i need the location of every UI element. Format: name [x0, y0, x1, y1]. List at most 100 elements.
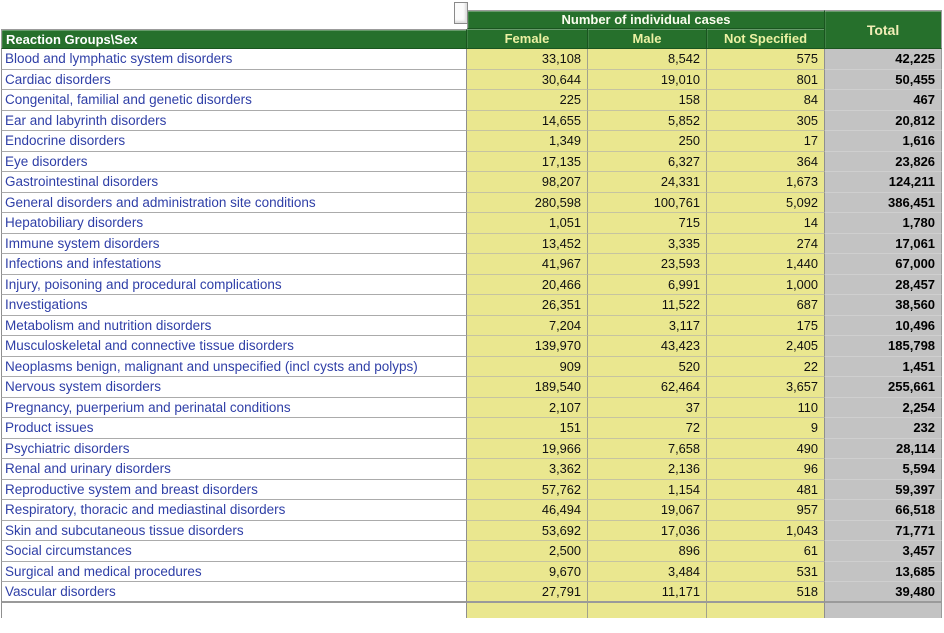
cell-female[interactable]: 909 — [467, 356, 588, 377]
cell-male[interactable]: 7,658 — [588, 438, 707, 459]
cell-male[interactable]: 250 — [588, 131, 707, 152]
cell-not-specified[interactable]: 1,673 — [707, 172, 826, 193]
cell-not-specified[interactable]: 61 — [707, 541, 826, 562]
cell-not-specified[interactable]: 84 — [707, 90, 826, 111]
cell-male[interactable]: 3,484 — [588, 561, 707, 582]
cell-not-specified[interactable]: 531 — [707, 561, 826, 582]
cell-not-specified[interactable]: 14 — [707, 213, 826, 234]
row-label[interactable]: Vascular disorders — [1, 582, 467, 603]
row-label[interactable]: Infections and infestations — [1, 254, 467, 275]
cell-female[interactable]: 53,692 — [467, 520, 588, 541]
cell-not-specified[interactable]: 518 — [707, 582, 826, 603]
cell-female[interactable]: 2,107 — [467, 397, 588, 418]
cell-female[interactable]: 225 — [467, 90, 588, 111]
row-label[interactable]: Neoplasms benign, malignant and unspecif… — [1, 356, 467, 377]
cell-not-specified[interactable]: 364 — [707, 151, 826, 172]
cell-female[interactable]: 33,108 — [467, 49, 588, 70]
cell-female[interactable]: 13,452 — [467, 233, 588, 254]
row-label[interactable]: Gastrointestinal disorders — [1, 172, 467, 193]
cell-not-specified[interactable]: 9 — [707, 418, 826, 439]
row-label[interactable]: Social circumstances — [1, 541, 467, 562]
cell-male[interactable]: 19,067 — [588, 500, 707, 521]
cell-not-specified[interactable]: 957 — [707, 500, 826, 521]
cell-male[interactable]: 11,171 — [588, 582, 707, 603]
cell-not-specified[interactable]: 22 — [707, 356, 826, 377]
row-label[interactable]: Pregnancy, puerperium and perinatal cond… — [1, 397, 467, 418]
cell-female[interactable]: 1,349 — [467, 131, 588, 152]
row-label[interactable]: Surgical and medical procedures — [1, 561, 467, 582]
row-label[interactable]: Immune system disorders — [1, 233, 467, 254]
cell-female[interactable]: 30,644 — [467, 69, 588, 90]
cell-female[interactable]: 46,494 — [467, 500, 588, 521]
cell-male[interactable]: 1,154 — [588, 479, 707, 500]
cell-not-specified[interactable]: 481 — [707, 479, 826, 500]
cell-male[interactable]: 24,331 — [588, 172, 707, 193]
row-label[interactable]: Musculoskeletal and connective tissue di… — [1, 336, 467, 357]
row-label[interactable]: Eye disorders — [1, 151, 467, 172]
row-label[interactable]: Cardiac disorders — [1, 69, 467, 90]
cell-female[interactable]: 9,670 — [467, 561, 588, 582]
cell-male[interactable]: 896 — [588, 541, 707, 562]
cell-not-specified[interactable]: 687 — [707, 295, 826, 316]
cell-not-specified[interactable]: 110 — [707, 397, 826, 418]
row-label[interactable]: Hepatobiliary disorders — [1, 213, 467, 234]
cell-not-specified[interactable]: 305 — [707, 110, 826, 131]
cell-female[interactable]: 1,051 — [467, 213, 588, 234]
cell-female[interactable]: 19,966 — [467, 438, 588, 459]
row-label[interactable]: Nervous system disorders — [1, 377, 467, 398]
cell-female[interactable]: 27,791 — [467, 582, 588, 603]
row-label[interactable]: Injury, poisoning and procedural complic… — [1, 274, 467, 295]
row-label[interactable]: Renal and urinary disorders — [1, 459, 467, 480]
cell-male[interactable]: 5,852 — [588, 110, 707, 131]
cell-male[interactable]: 11,522 — [588, 295, 707, 316]
cell-not-specified[interactable]: 96 — [707, 459, 826, 480]
cell-male[interactable]: 62,464 — [588, 377, 707, 398]
row-label[interactable]: General disorders and administration sit… — [1, 192, 467, 213]
cell-female[interactable]: 41,967 — [467, 254, 588, 275]
cell-female[interactable]: 20,466 — [467, 274, 588, 295]
row-label[interactable]: Product issues — [1, 418, 467, 439]
cell-male[interactable]: 37 — [588, 397, 707, 418]
cell-male[interactable]: 23,593 — [588, 254, 707, 275]
cell-not-specified[interactable]: 1,000 — [707, 274, 826, 295]
row-label[interactable]: Reproductive system and breast disorders — [1, 479, 467, 500]
cell-male[interactable]: 6,327 — [588, 151, 707, 172]
cell-male[interactable]: 158 — [588, 90, 707, 111]
row-label[interactable]: Congenital, familial and genetic disorde… — [1, 90, 467, 111]
cell-female[interactable]: 98,207 — [467, 172, 588, 193]
cell-not-specified[interactable]: 17 — [707, 131, 826, 152]
cell-male[interactable]: 19,010 — [588, 69, 707, 90]
cell-female[interactable]: 139,970 — [467, 336, 588, 357]
cell-female[interactable]: 151 — [467, 418, 588, 439]
cell-male[interactable]: 17,036 — [588, 520, 707, 541]
row-label[interactable]: Ear and labyrinth disorders — [1, 110, 467, 131]
cell-male[interactable]: 72 — [588, 418, 707, 439]
cell-male[interactable]: 8,542 — [588, 49, 707, 70]
row-label[interactable]: Metabolism and nutrition disorders — [1, 315, 467, 336]
cell-male[interactable]: 3,117 — [588, 315, 707, 336]
cell-male[interactable]: 6,991 — [588, 274, 707, 295]
cell-not-specified[interactable]: 1,043 — [707, 520, 826, 541]
row-label[interactable]: Endocrine disorders — [1, 131, 467, 152]
cell-female[interactable]: 2,500 — [467, 541, 588, 562]
cell-male[interactable]: 43,423 — [588, 336, 707, 357]
cell-female[interactable]: 14,655 — [467, 110, 588, 131]
cell-female[interactable]: 7,204 — [467, 315, 588, 336]
row-label[interactable]: Skin and subcutaneous tissue disorders — [1, 520, 467, 541]
cell-male[interactable]: 2,136 — [588, 459, 707, 480]
cell-not-specified[interactable]: 3,657 — [707, 377, 826, 398]
cell-female[interactable]: 280,598 — [467, 192, 588, 213]
cell-male[interactable]: 100,761 — [588, 192, 707, 213]
cell-male[interactable]: 715 — [588, 213, 707, 234]
cell-female[interactable]: 17,135 — [467, 151, 588, 172]
cell-male[interactable]: 3,335 — [588, 233, 707, 254]
row-label[interactable]: Psychiatric disorders — [1, 438, 467, 459]
cell-not-specified[interactable]: 801 — [707, 69, 826, 90]
cell-not-specified[interactable]: 274 — [707, 233, 826, 254]
cell-female[interactable]: 189,540 — [467, 377, 588, 398]
cell-male[interactable]: 520 — [588, 356, 707, 377]
cell-not-specified[interactable]: 575 — [707, 49, 826, 70]
row-label[interactable]: Investigations — [1, 295, 467, 316]
cell-not-specified[interactable]: 2,405 — [707, 336, 826, 357]
cell-not-specified[interactable]: 1,440 — [707, 254, 826, 275]
